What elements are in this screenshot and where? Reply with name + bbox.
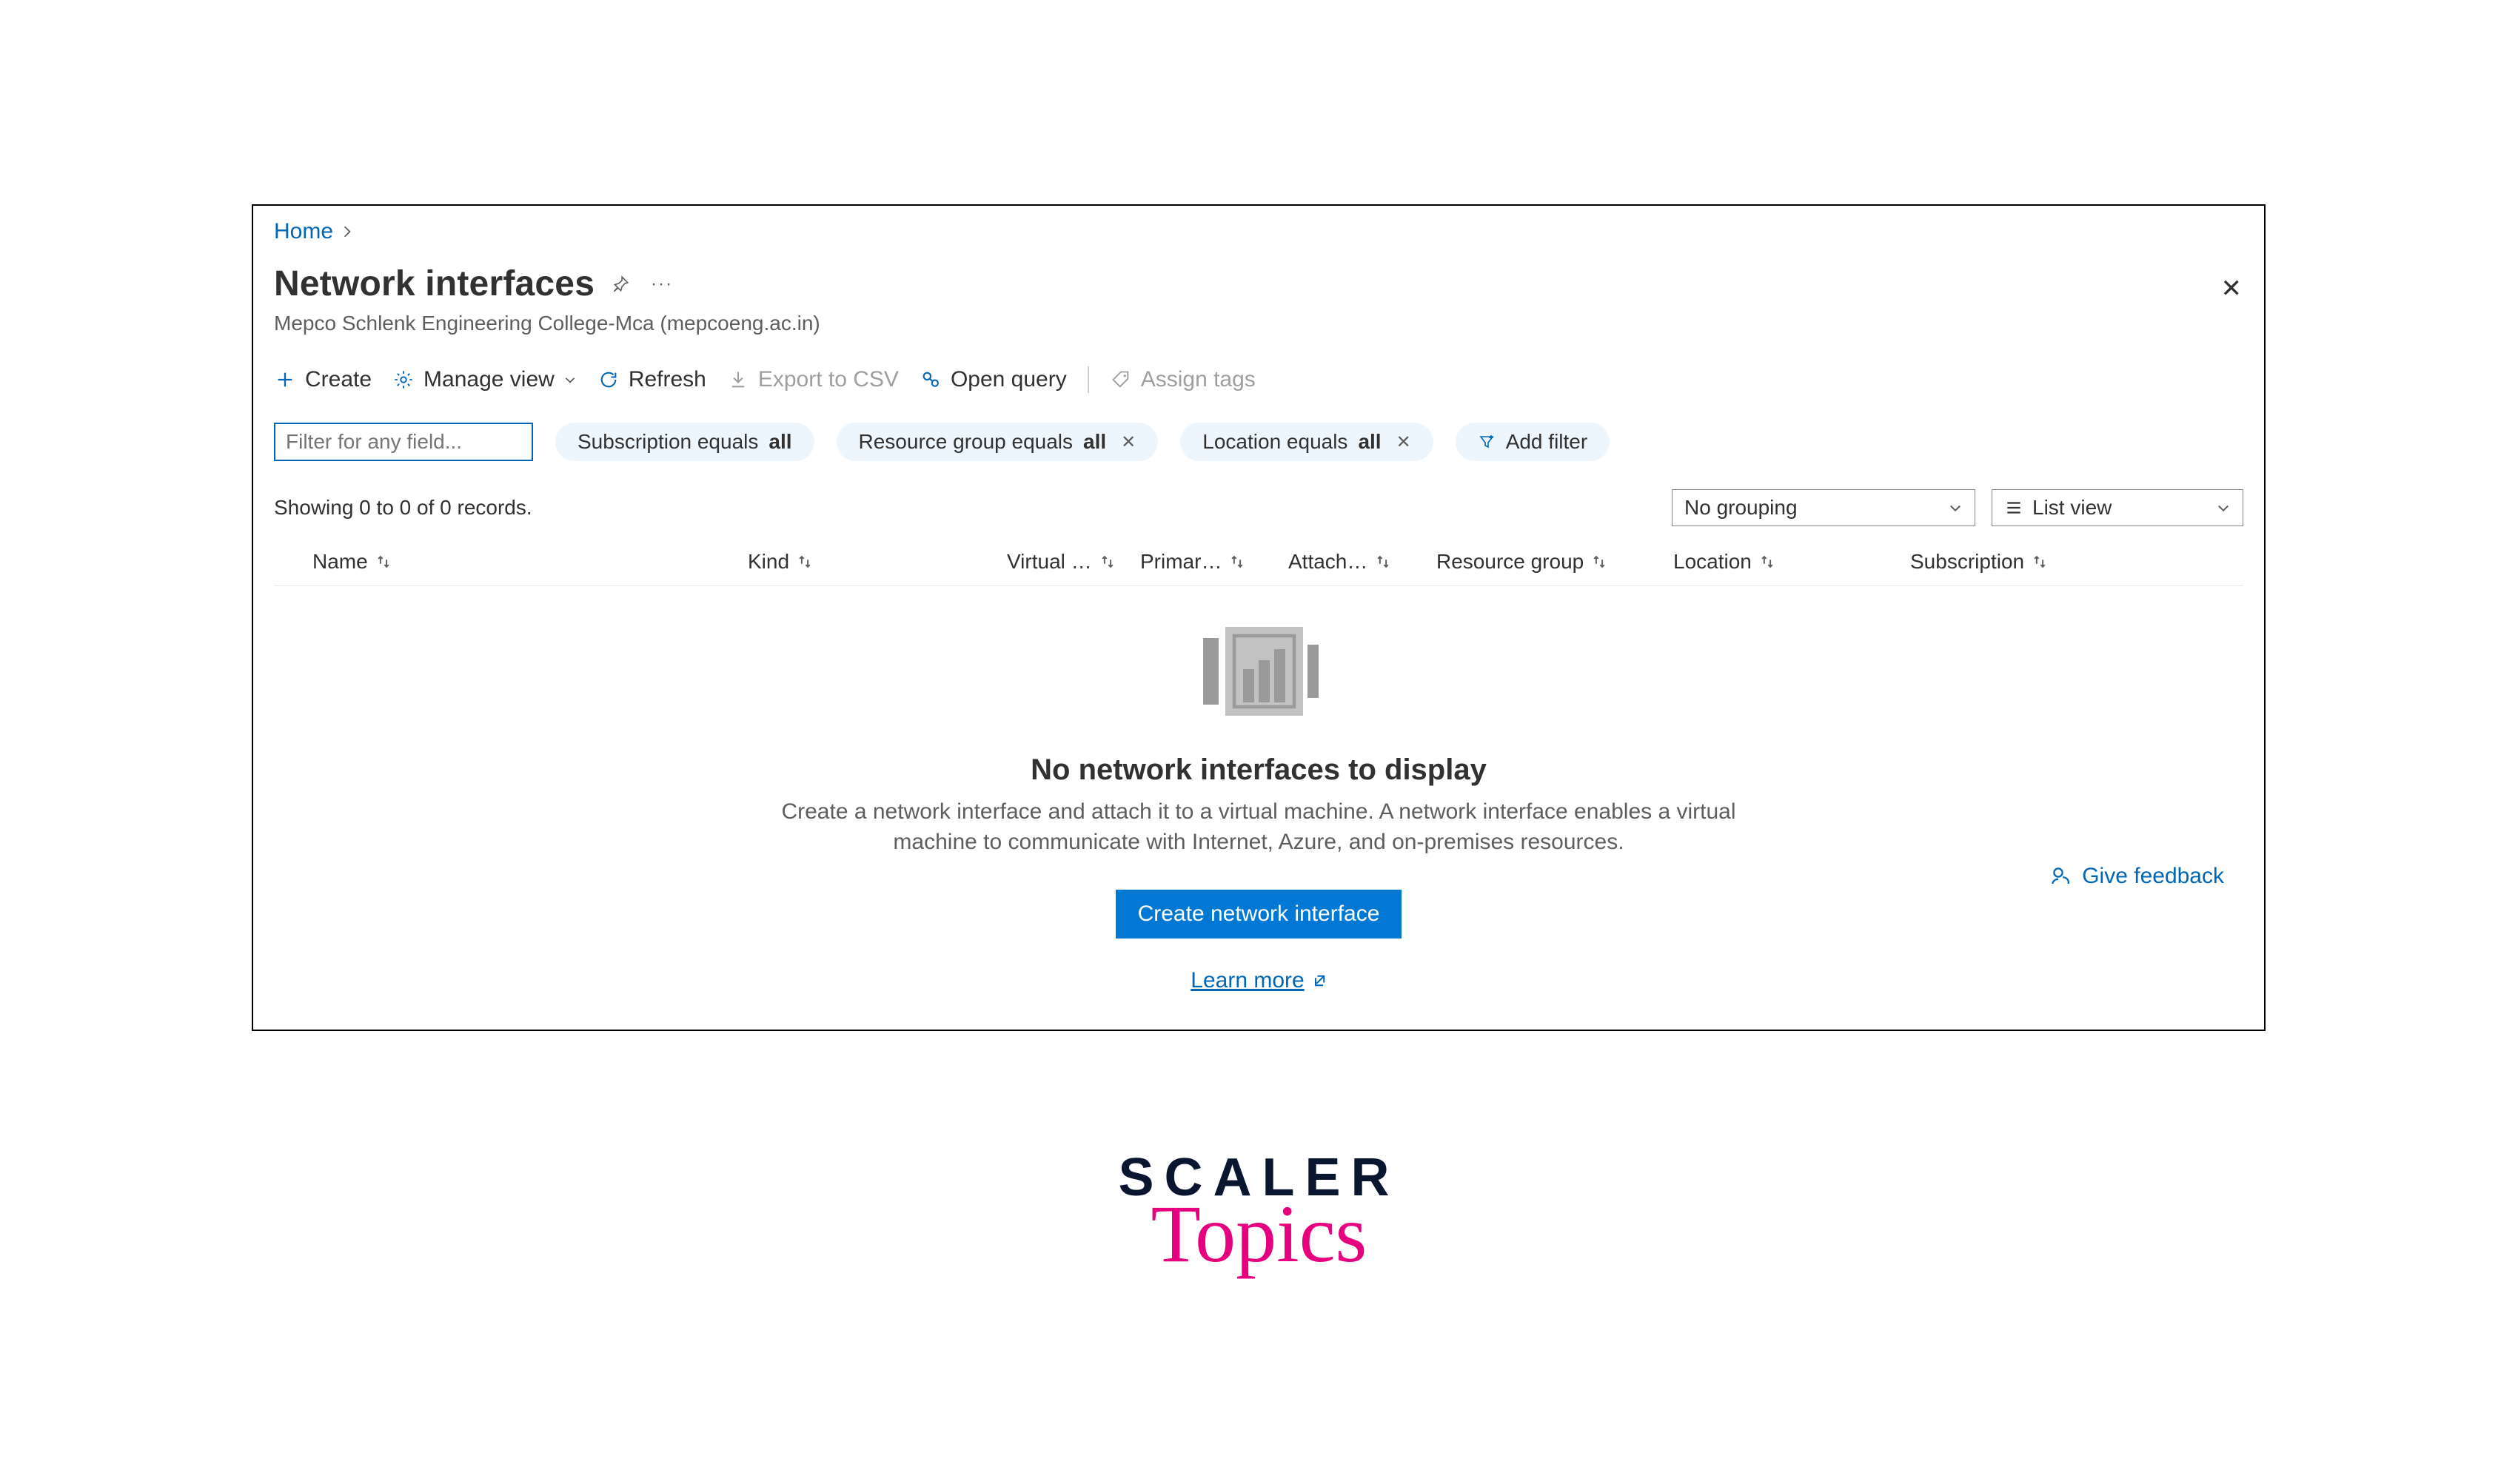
- scaler-topics-logo: SCALER Topics: [1118, 1147, 1399, 1281]
- export-csv-button: Export to CSV: [727, 367, 899, 392]
- close-icon[interactable]: ✕: [2221, 274, 2243, 303]
- pill-sub-prefix: Subscription equals: [577, 430, 758, 454]
- refresh-label: Refresh: [629, 367, 706, 392]
- filter-pill-location[interactable]: Location equals all ✕: [1180, 423, 1433, 461]
- learn-more-link[interactable]: Learn more: [1191, 968, 1326, 993]
- empty-illustration-icon: [1192, 616, 1325, 734]
- command-bar: Create Manage view Refresh: [274, 366, 2243, 400]
- remove-filter-loc-icon[interactable]: ✕: [1396, 432, 1411, 453]
- feedback-icon: [2051, 865, 2073, 887]
- add-filter-icon: [1478, 433, 1496, 451]
- column-attach[interactable]: Attach…: [1288, 550, 1436, 574]
- chevron-right-icon: [341, 225, 354, 238]
- filter-pill-resource-group[interactable]: Resource group equals all ✕: [837, 423, 1159, 461]
- plus-icon: [274, 369, 296, 391]
- column-location[interactable]: Location: [1673, 550, 1910, 574]
- manage-view-label: Manage view: [423, 367, 555, 392]
- logo-bottom: Topics: [1118, 1187, 1399, 1281]
- col-name-label: Name: [312, 550, 368, 574]
- refresh-icon: [597, 369, 620, 391]
- add-filter-label: Add filter: [1506, 430, 1588, 454]
- create-label: Create: [305, 367, 372, 392]
- chevron-down-icon: [1948, 500, 1963, 515]
- assign-tags-button: Assign tags: [1110, 367, 1256, 392]
- give-feedback-link[interactable]: Give feedback: [2051, 864, 2224, 889]
- external-link-icon: [1312, 973, 1327, 988]
- view-mode-label: List view: [2032, 496, 2112, 520]
- create-network-interface-button[interactable]: Create network interface: [1116, 890, 1402, 939]
- breadcrumb: Home: [274, 219, 2243, 244]
- column-resource-group[interactable]: Resource group: [1436, 550, 1673, 574]
- open-query-button[interactable]: Open query: [920, 367, 1067, 392]
- chevron-down-icon: [563, 373, 577, 386]
- col-virtual-label: Virtual …: [1007, 550, 1092, 574]
- pill-loc-value: all: [1358, 430, 1381, 454]
- page-title: Network interfaces: [274, 263, 595, 304]
- command-separator: [1088, 366, 1089, 393]
- pill-sub-value: all: [769, 430, 791, 454]
- col-kind-label: Kind: [748, 550, 789, 574]
- empty-title: No network interfaces to display: [1031, 753, 1487, 787]
- col-rg-label: Resource group: [1436, 550, 1584, 574]
- column-primary[interactable]: Primar…: [1140, 550, 1288, 574]
- col-loc-label: Location: [1673, 550, 1752, 574]
- gear-icon: [392, 369, 415, 391]
- page-subtitle: Mepco Schlenk Engineering College-Mca (m…: [274, 312, 2243, 335]
- download-icon: [727, 369, 749, 391]
- create-button[interactable]: Create: [274, 367, 372, 392]
- learn-more-label: Learn more: [1191, 968, 1304, 993]
- empty-description: Create a network interface and attach it…: [777, 797, 1740, 857]
- sort-icon: [1099, 554, 1116, 570]
- sort-icon: [1759, 554, 1775, 570]
- pill-loc-prefix: Location equals: [1202, 430, 1347, 454]
- sort-icon: [1375, 554, 1391, 570]
- assign-tags-label: Assign tags: [1141, 367, 1256, 392]
- record-summary: Showing 0 to 0 of 0 records.: [274, 496, 532, 520]
- column-virtual[interactable]: Virtual …: [1007, 550, 1140, 574]
- col-primary-label: Primar…: [1140, 550, 1222, 574]
- export-csv-label: Export to CSV: [758, 367, 899, 392]
- view-mode-dropdown[interactable]: List view: [1992, 489, 2243, 526]
- sort-icon: [375, 554, 392, 570]
- feedback-label: Give feedback: [2082, 864, 2224, 889]
- column-kind[interactable]: Kind: [748, 550, 1007, 574]
- empty-state: No network interfaces to display Create …: [274, 616, 2243, 993]
- col-sub-label: Subscription: [1910, 550, 2024, 574]
- grouping-dropdown[interactable]: No grouping: [1672, 489, 1975, 526]
- sort-icon: [797, 554, 813, 570]
- more-menu-icon[interactable]: ···: [651, 274, 673, 295]
- tag-icon: [1110, 369, 1132, 391]
- add-filter-button[interactable]: Add filter: [1456, 423, 1610, 461]
- query-icon: [920, 369, 942, 391]
- column-subscription[interactable]: Subscription: [1910, 550, 2132, 574]
- col-attach-label: Attach…: [1288, 550, 1367, 574]
- sort-icon: [1229, 554, 1245, 570]
- filter-pill-subscription[interactable]: Subscription equals all: [555, 423, 814, 461]
- column-name[interactable]: Name: [274, 550, 748, 574]
- grouping-label: No grouping: [1684, 496, 1798, 520]
- refresh-button[interactable]: Refresh: [597, 367, 706, 392]
- pill-rg-value: all: [1083, 430, 1106, 454]
- manage-view-button[interactable]: Manage view: [392, 367, 577, 392]
- sort-icon: [2032, 554, 2048, 570]
- column-header-row: Name Kind Virtual … Primar… Attach…: [274, 550, 2243, 586]
- list-view-icon: [2004, 498, 2023, 517]
- filter-input[interactable]: [274, 423, 533, 461]
- remove-filter-rg-icon[interactable]: ✕: [1121, 432, 1136, 453]
- breadcrumb-home-link[interactable]: Home: [274, 219, 333, 244]
- blade-panel: Home Network interfaces ··· Mepco Schlen…: [252, 204, 2266, 1031]
- chevron-down-icon: [2216, 500, 2231, 515]
- open-query-label: Open query: [951, 367, 1067, 392]
- pill-rg-prefix: Resource group equals: [859, 430, 1074, 454]
- pin-icon[interactable]: [608, 272, 633, 297]
- sort-icon: [1591, 554, 1607, 570]
